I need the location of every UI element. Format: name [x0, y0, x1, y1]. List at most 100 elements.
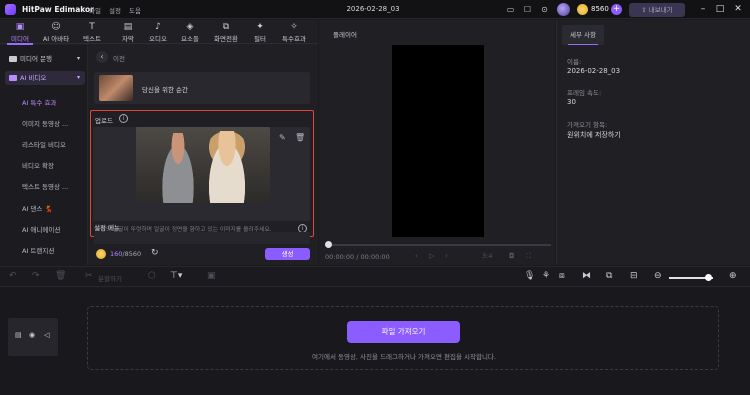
tab-transition[interactable]: ⧉ 화면전환 [208, 22, 244, 44]
link-icon[interactable]: ⧈ [559, 271, 565, 281]
delete-icon[interactable]: 🗑 [55, 271, 66, 281]
menu-help[interactable]: 도움 [129, 5, 141, 15]
sidebar-item-restyle-video[interactable]: 리스타일 비디오 [22, 139, 66, 149]
zoom-out-icon[interactable]: ⊖ [654, 271, 662, 281]
refresh-icon[interactable]: ↻ [151, 248, 159, 258]
download-icon[interactable]: ⊙ [539, 4, 550, 15]
export-label: 내보내기 [648, 6, 673, 14]
generate-button[interactable]: 생성 [265, 248, 310, 260]
snap-icon[interactable]: ⧓ [582, 271, 591, 281]
microphone-icon[interactable]: 🎙 [524, 271, 535, 281]
previous-frame-icon[interactable]: ‹ [415, 252, 418, 260]
info-icon[interactable]: i [119, 114, 128, 123]
chain-icon[interactable]: ⧉ [606, 271, 612, 281]
track-header: ▤ ◉ ◁ [8, 318, 58, 356]
text-template-icon[interactable]: ⊤▾ [170, 271, 182, 281]
play-icon[interactable]: ▷ [429, 252, 434, 260]
sidebar-section-ai-video[interactable]: AI 비디오 ▾ [5, 71, 85, 85]
split-label: 분할하기 [98, 275, 122, 283]
properties-panel: 세부 사항 이름: 2026-02-28_03 프레임 속도: 30 가져오기 … [556, 20, 750, 265]
tab-details[interactable]: 세부 사항 [562, 25, 604, 45]
sidebar-item-video-extend[interactable]: 비디오 확장 [22, 160, 54, 170]
export-button[interactable]: ⇪ 내보내기 [629, 3, 685, 17]
timeline-toolbar: ↶ ↷ 🗑 ✂ 분할하기 ⬡ ⊤▾ ▣ 🎙 ⚘ ⧈ ⧓ ⧉ ⊟ ⊖ ⊕ [0, 266, 750, 287]
tab-label: 화면전환 [214, 35, 238, 43]
maximize-icon[interactable]: □ [714, 4, 726, 15]
template-title: 당신을 위한 순간 [142, 86, 188, 94]
app-logo [5, 4, 16, 15]
tab-label: 특수효과 [282, 35, 306, 43]
sidebar-item-image-to-video[interactable]: 이미지 동영상 ... [22, 118, 68, 128]
fps-label: 프레임 속도: [567, 89, 602, 97]
undo-icon[interactable]: ↶ [9, 271, 17, 281]
player-panel: 플레이어 00:00:00 / 00:00:00 ‹ ▷ › 3:4 ◘ ⛶ [319, 20, 555, 265]
app-name: HitPaw Edimakor [22, 5, 94, 14]
cost-total: /8560 [122, 250, 142, 258]
sidebar-item-ai-dance[interactable]: AI 댄스 💃 [22, 203, 53, 213]
tab-ai-avatar[interactable]: ☺ AI 아바타 [38, 22, 74, 44]
tab-audio[interactable]: ♪ 오디오 [140, 22, 176, 44]
export-icon: ⇪ [641, 6, 649, 14]
upload-dropzone[interactable]: ✎ 🗑 [93, 127, 310, 221]
timeline-dropzone[interactable]: 파일 가져오기 여기에서 동영상, 사진을 드래그하거나 가져오면 편집을 시작… [87, 306, 719, 370]
tab-effects[interactable]: ✧ 특수효과 [276, 22, 312, 44]
playhead-handle[interactable] [325, 241, 332, 248]
timeline-drop-hint: 여기에서 동영상, 사진을 드래그하거나 가져오면 편집을 시작합니다. [312, 353, 496, 361]
split-icon[interactable]: ✂ [85, 271, 93, 281]
chevron-down-icon: ▾ [76, 74, 80, 81]
notification-icon[interactable]: ☐ [522, 4, 533, 15]
redo-icon[interactable]: ↷ [32, 271, 40, 281]
track-visibility-icon[interactable]: ◉ [29, 331, 35, 339]
minimize-icon[interactable]: – [697, 4, 709, 15]
fps-value: 30 [567, 98, 576, 106]
shield-icon[interactable]: ⬡ [148, 271, 156, 281]
zoom-in-icon[interactable]: ⊕ [729, 271, 737, 281]
settings-panel[interactable] [94, 232, 310, 244]
avatar[interactable] [557, 3, 570, 16]
template-card[interactable]: 당신을 위한 순간 [94, 72, 310, 104]
tab-text[interactable]: T 텍스트 [74, 22, 110, 44]
add-credits-button[interactable]: + [611, 4, 622, 15]
back-button[interactable]: ‹ [96, 51, 108, 63]
sidebar-item-ai-transition[interactable]: AI 트랜지션 [22, 245, 54, 255]
aspect-ratio[interactable]: 3:4 [482, 252, 492, 260]
back-label: 이전 [113, 55, 125, 63]
media-icon: ▣ [15, 22, 25, 32]
track-video-icon[interactable]: ▤ [15, 331, 22, 339]
sidebar-item-ai-effects[interactable]: AI 특수 효과 [22, 97, 56, 107]
tab-label: 텍스트 [83, 35, 101, 43]
menu-file[interactable]: 파일 [89, 5, 101, 15]
effects-icon: ✧ [290, 22, 298, 32]
import-files-button[interactable]: 파일 가져오기 [347, 321, 460, 343]
credits-count: 8560 [591, 5, 609, 13]
tab-elements[interactable]: ◈ 요소들 [172, 22, 208, 44]
filter-icon: ✦ [256, 22, 264, 32]
track-mute-icon[interactable]: ◁ [44, 331, 49, 339]
track-icon[interactable]: ⊟ [630, 271, 638, 281]
layout-icon[interactable]: ▭ [505, 4, 516, 15]
zoom-slider-handle[interactable] [705, 274, 712, 281]
elements-icon: ◈ [186, 22, 194, 32]
tab-filter[interactable]: ✦ 필터 [242, 22, 278, 44]
next-frame-icon[interactable]: › [445, 252, 448, 260]
video-preview[interactable] [392, 45, 484, 237]
playback-progress[interactable] [327, 244, 551, 246]
name-label: 이름: [567, 58, 582, 66]
sidebar-item-text-to-video[interactable]: 텍스트 동영상 ... [22, 181, 68, 191]
close-icon[interactable]: ✕ [732, 4, 744, 15]
image-icon[interactable]: ▣ [207, 271, 216, 281]
folder-icon [9, 56, 17, 62]
folder-icon [9, 75, 17, 81]
sidebar-item-ai-animation[interactable]: AI 애니메이션 [22, 224, 60, 234]
speed-icon[interactable]: ⚘ [542, 271, 550, 281]
trash-icon[interactable]: 🗑 [295, 133, 305, 142]
credit-coin-icon [577, 4, 588, 15]
snapshot-icon[interactable]: ◘ [509, 252, 515, 260]
tab-details-label: 세부 사항 [570, 31, 596, 39]
tab-label: 요소들 [181, 35, 199, 43]
menu-settings[interactable]: 설정 [109, 5, 121, 15]
sidebar-section-media-library[interactable]: 미디어 문행 ▾ [5, 52, 85, 66]
edit-icon[interactable]: ✎ [279, 133, 286, 142]
tab-media[interactable]: ▣ 미디어 [2, 22, 38, 45]
fullscreen-icon[interactable]: ⛶ [526, 252, 531, 261]
